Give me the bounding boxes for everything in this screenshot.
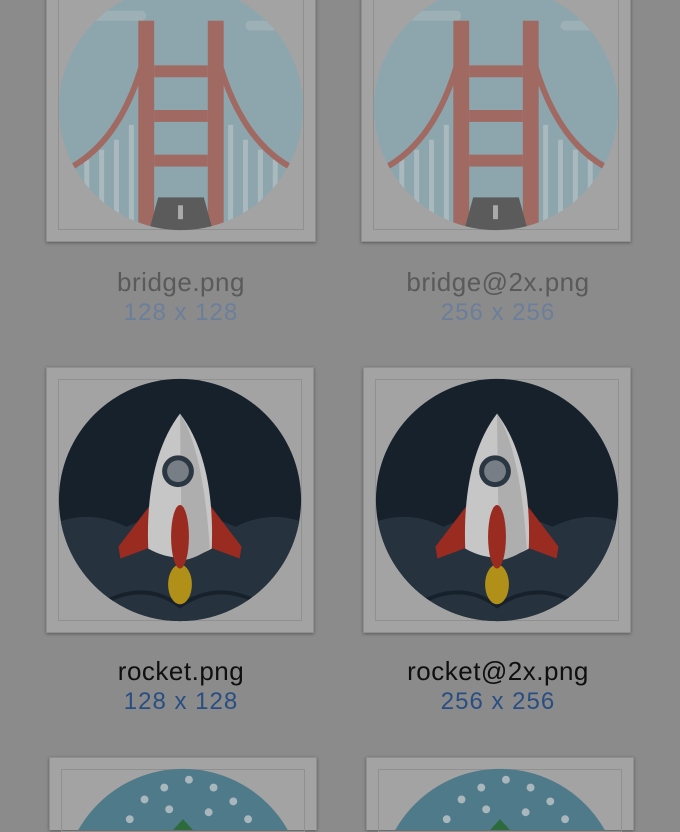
asset-caption-rocket: rocket.png 128 x 128: [31, 655, 331, 717]
asset-thumbnail-bridge[interactable]: [46, 0, 316, 242]
asset-thumbnail-bridge-2x[interactable]: [361, 0, 631, 242]
asset-thumbnail-rocket[interactable]: [46, 367, 314, 633]
asset-dimensions: 256 x 256: [440, 688, 556, 715]
asset-thumbnail-partial-left[interactable]: [49, 757, 317, 832]
asset-filename: rocket.png: [117, 656, 245, 686]
asset-filename: bridge@2x.png: [406, 267, 590, 297]
asset-dimensions: 128 x 128: [123, 688, 239, 715]
asset-filename: rocket@2x.png: [407, 656, 589, 686]
asset-thumbnail-partial-right[interactable]: [366, 757, 634, 832]
asset-dimensions: 128 x 128: [123, 299, 239, 326]
asset-dimensions: 256 x 256: [440, 299, 556, 326]
bridge-icon: [373, 0, 619, 231]
asset-caption-rocket-2x: rocket@2x.png 256 x 256: [348, 655, 648, 717]
asset-thumbnail-rocket-2x[interactable]: [363, 367, 631, 633]
asset-filename: bridge.png: [117, 267, 245, 297]
asset-caption-bridge: bridge.png 128 x 128: [31, 266, 331, 328]
snow-globe-icon: [62, 768, 304, 830]
snow-globe-icon: [379, 768, 621, 830]
asset-caption-bridge-2x: bridge@2x.png 256 x 256: [348, 266, 648, 328]
bridge-icon: [58, 0, 304, 231]
rocket-icon: [375, 378, 619, 622]
rocket-icon: [58, 378, 302, 622]
